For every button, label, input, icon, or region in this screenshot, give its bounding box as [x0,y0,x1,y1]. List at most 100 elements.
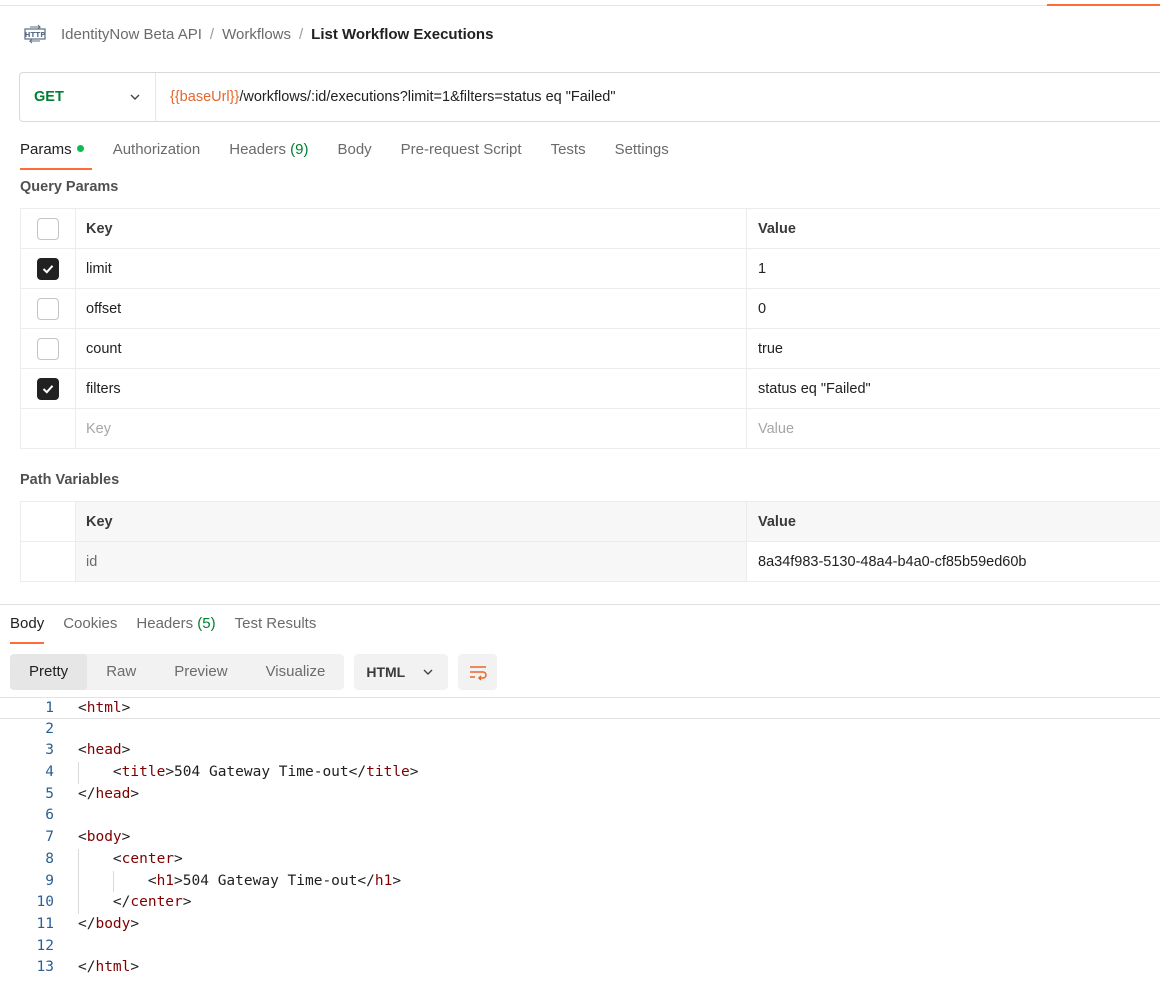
new-value-input[interactable]: Value [747,409,1160,448]
url-bar: GET {{baseUrl}}/workflows/:id/executions… [19,72,1160,122]
code-line: 10 </center> [0,892,1160,914]
line-number: 11 [36,915,54,932]
param-value[interactable]: status eq "Failed" [747,369,1160,408]
breadcrumb-collection[interactable]: IdentityNow Beta API [61,26,202,43]
chevron-down-icon [130,94,140,100]
request-title[interactable]: List Workflow Executions [311,26,493,43]
param-key[interactable]: count [76,329,747,368]
path-variables-title: Path Variables [20,472,120,488]
request-tabs: Params Authorization Headers (9) Body Pr… [20,138,698,170]
param-value[interactable]: 1 [747,249,1160,288]
code-text: </html> [78,959,140,976]
wrap-lines-button[interactable] [458,654,498,690]
value-column-header: Value [747,502,1160,541]
method-select[interactable]: GET [20,73,156,121]
line-number: 6 [45,807,54,824]
url-variable: {{baseUrl}} [170,89,240,105]
table-row: limit 1 [21,249,1160,289]
code-line: 2 [0,719,1160,741]
line-number: 1 [45,700,54,716]
url-path: /workflows/:id/executions?limit=1&filter… [239,89,616,105]
top-border [0,5,1047,6]
param-key[interactable]: offset [76,289,747,328]
http-icon: HTTP [24,24,46,44]
response-tab-test-results[interactable]: Test Results [235,612,317,644]
code-line: 7 <body> [0,827,1160,849]
table-row: count true [21,329,1160,369]
breadcrumb-separator: / [209,25,215,43]
tab-settings[interactable]: Settings [615,138,669,170]
param-value[interactable]: 0 [747,289,1160,328]
code-text: <center> [112,850,183,867]
line-number: 12 [36,937,54,954]
tab-pre-request-script[interactable]: Pre-request Script [401,138,522,170]
tab-headers[interactable]: Headers (9) [229,138,308,170]
line-number: 3 [45,742,54,759]
tab-params[interactable]: Params [20,138,92,170]
tab-body[interactable]: Body [337,138,371,170]
response-tab-body[interactable]: Body [10,612,45,644]
code-text: <head> [78,742,131,759]
line-number: 4 [45,764,54,781]
active-tab-indicator [1047,4,1160,6]
param-checkbox[interactable] [37,297,59,320]
view-raw-button[interactable]: Raw [87,654,155,690]
line-number: 2 [45,720,54,737]
param-checkbox[interactable] [37,377,59,400]
check-icon [42,384,54,394]
path-var-value[interactable]: 8a34f983-5130-48a4-b4a0-cf85b59ed60b [747,542,1160,581]
param-checkbox[interactable] [37,257,59,280]
method-label: GET [34,89,64,105]
line-number: 9 [45,872,54,889]
response-code-viewer[interactable]: 1 <html> 2 3 <head> 4 <title>504 Gateway Time… [0,697,1160,979]
language-label: HTML [366,664,406,680]
code-line: 11 </body> [0,914,1160,936]
chevron-down-icon [423,669,433,675]
param-checkbox[interactable] [37,337,59,360]
code-text: <body> [78,829,131,846]
code-line: 13 </html> [0,957,1160,979]
response-divider[interactable] [0,604,1160,605]
value-column-header: Value [758,220,796,237]
new-param-row: Key Value [21,409,1160,449]
key-column-header: Key [76,502,747,541]
key-column-header: Key [76,209,747,248]
view-visualize-button[interactable]: Visualize [247,654,345,690]
param-key[interactable]: limit [76,249,747,288]
code-text: <title>504 Gateway Time-out</title> [112,764,419,781]
line-number: 10 [36,894,54,911]
response-tab-cookies[interactable]: Cookies [63,612,117,644]
response-tab-headers[interactable]: Headers (5) [136,612,215,644]
breadcrumb-folder[interactable]: Workflows [222,26,291,43]
response-headers-count: (5) [197,615,216,632]
tab-authorization[interactable]: Authorization [113,138,201,170]
param-key[interactable]: filters [76,369,747,408]
table-row: offset 0 [21,289,1160,329]
line-number: 5 [45,785,54,802]
tab-tests[interactable]: Tests [551,138,586,170]
table-row: id 8a34f983-5130-48a4-b4a0-cf85b59ed60b [21,542,1160,582]
table-header-row: Key Value [21,209,1160,249]
new-key-input[interactable]: Key [76,409,747,448]
select-all-checkbox[interactable] [37,217,59,240]
code-text: </center> [112,894,192,911]
url-input[interactable]: {{baseUrl}}/workflows/:id/executions?lim… [156,89,616,105]
code-text: </body> [78,915,140,932]
param-value[interactable]: true [747,329,1160,368]
response-view-toolbar: Pretty Raw Preview Visualize HTML [10,654,498,690]
code-line: 3 <head> [0,740,1160,762]
code-line: 5 </head> [0,784,1160,806]
table-row: filters status eq "Failed" [21,369,1160,409]
wrap-lines-icon [469,666,487,681]
code-line: 4 <title>504 Gateway Time-out</title> [0,762,1160,784]
breadcrumb: HTTP IdentityNow Beta API / Workflows / … [24,22,493,46]
path-var-key: id [76,542,747,581]
params-active-dot [76,145,84,152]
table-header-row: Key Value [21,502,1160,542]
code-line: 12 [0,936,1160,958]
view-preview-button[interactable]: Preview [155,654,246,690]
language-select[interactable]: HTML [354,654,449,690]
view-pretty-button[interactable]: Pretty [10,654,88,690]
query-params-title: Query Params [20,179,119,195]
line-number: 8 [45,850,54,867]
